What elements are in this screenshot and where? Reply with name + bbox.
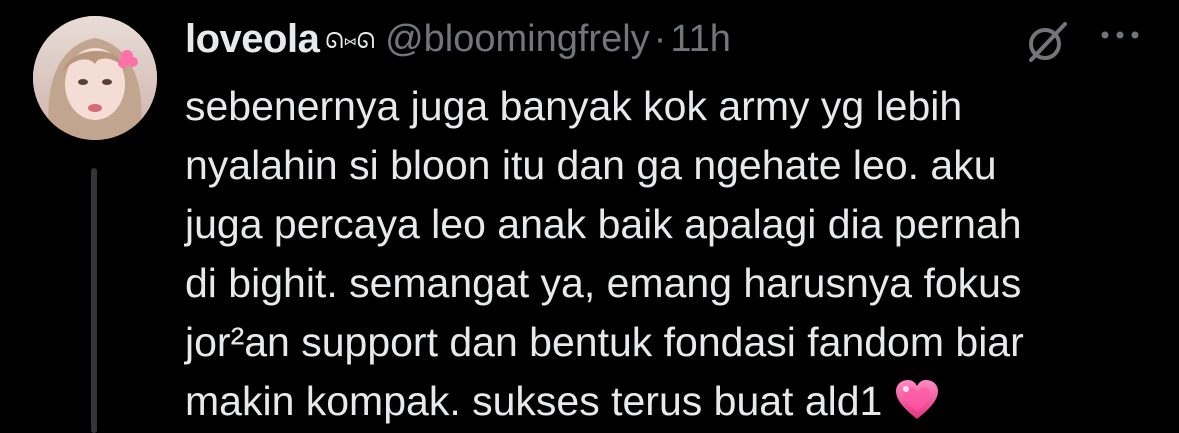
sparkling-heart-icon [896,380,939,419]
tweet-text-last-line: makin kompak. sukses terus buat ald1 [185,372,1085,431]
thread-line [91,168,97,433]
tweet-text-line: sebenernya juga banyak kok army yg lebih [185,83,963,129]
tweet-text-line: makin kompak. sukses terus buat ald1 [185,378,883,424]
name-emoji: ᘏ⑅ᘏ [325,28,376,53]
tweet-header: loveola ᘏ⑅ᘏ @bloomingfrely · 11h [185,14,731,64]
tweet[interactable]: loveola ᘏ⑅ᘏ @bloomingfrely · 11h sebener… [0,0,1179,433]
user-handle[interactable]: @bloomingfrely [385,18,650,61]
separator-dot: · [653,17,667,60]
display-name[interactable]: loveola [185,17,320,62]
tweet-text-line: juga percaya leo anak baik apalagi dia p… [185,201,1022,247]
avatar[interactable] [33,16,157,140]
tweet-text-line: jor²an support dan bentuk fondasi fandom… [185,319,1024,365]
tweet-text-line: nyalahin si bloon itu dan ga ngehate leo… [185,142,997,188]
tweet-text-line: di bighit. semangat ya, emang harusnya f… [185,260,1022,306]
grok-icon[interactable] [1025,20,1069,64]
avatar-image [33,16,157,140]
tweet-text: sebenernya juga banyak kok army yg lebih… [185,77,1085,431]
more-options-icon[interactable] [1095,20,1145,50]
timestamp[interactable]: 11h [670,18,731,61]
